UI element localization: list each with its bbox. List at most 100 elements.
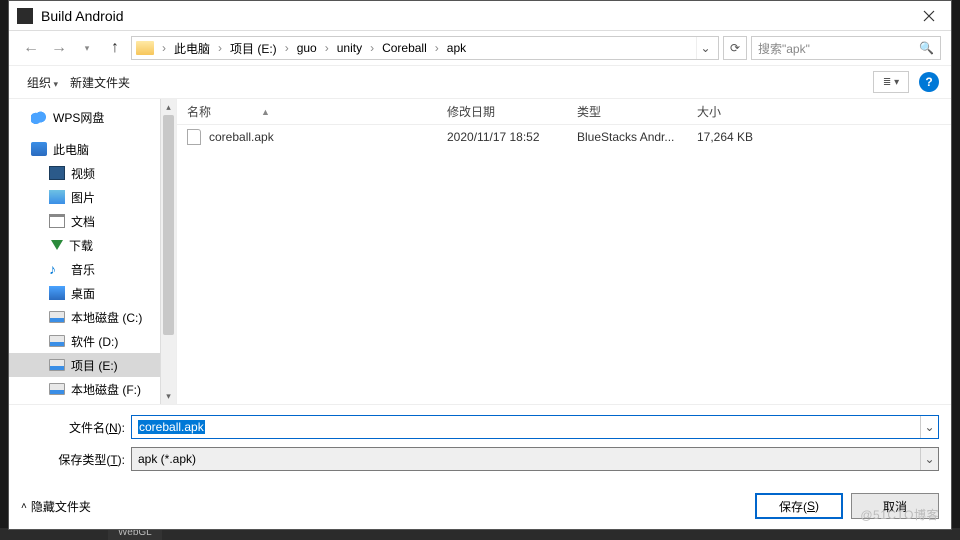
file-pane: 名称▲ 修改日期 类型 大小 coreball.apk 2020/11/17 1… (177, 99, 951, 404)
filename-value: coreball.apk (138, 420, 205, 434)
organize-menu[interactable]: 组织 (21, 70, 64, 95)
file-list[interactable]: coreball.apk 2020/11/17 18:52 BlueStacks… (177, 125, 951, 404)
sort-asc-icon: ▲ (261, 107, 270, 117)
sidebar-item-wps[interactable]: WPS网盘 (9, 105, 176, 129)
sidebar-item-disk-d[interactable]: 软件 (D:) (9, 329, 176, 353)
folder-icon (136, 41, 154, 55)
filename-label: 文件名(N): (21, 419, 131, 436)
sidebar-item-label: WPS网盘 (53, 109, 104, 126)
hide-folders-label: 隐藏文件夹 (31, 498, 91, 515)
sidebar-item-label: 本地磁盘 (C:) (71, 309, 142, 326)
sidebar-item-label: 此电脑 (53, 141, 89, 158)
sidebar-item-desktop[interactable]: 桌面 (9, 281, 176, 305)
forward-button[interactable]: → (47, 36, 71, 60)
view-options-button[interactable]: ≣ ▾ (873, 71, 909, 93)
path-box[interactable]: › 此电脑 › 项目 (E:) › guo › unity › Coreball… (131, 36, 719, 60)
sidebar-item-disk-e[interactable]: 项目 (E:) (9, 353, 176, 377)
refresh-button[interactable]: ⟳ (723, 36, 747, 60)
desktop-icon (49, 286, 65, 300)
sidebar-item-downloads[interactable]: 下载 (9, 233, 176, 257)
search-placeholder: 搜索"apk" (758, 40, 919, 57)
col-header-date[interactable]: 修改日期 (437, 103, 567, 120)
music-icon: ♪ (49, 262, 65, 276)
scrollbar-thumb[interactable] (163, 115, 174, 335)
file-name: coreball.apk (209, 130, 274, 144)
filename-input[interactable]: coreball.apk ⌄ (131, 415, 939, 439)
file-icon (187, 129, 201, 145)
disk-icon (49, 383, 65, 395)
disk-icon (49, 359, 65, 371)
cancel-button[interactable]: 取消 (851, 493, 939, 519)
disk-icon (49, 335, 65, 347)
recent-dd[interactable]: ▾ (75, 36, 99, 60)
chevron-right-icon: › (323, 41, 331, 55)
col-header-name[interactable]: 名称▲ (177, 103, 437, 120)
sidebar-item-label: 本地磁盘 (F:) (71, 381, 141, 398)
video-icon (49, 166, 65, 180)
crumb-unity[interactable]: unity (333, 39, 366, 57)
folder-tree: WPS网盘 此电脑 视频 图片 文档 下载 ♪ 音乐 桌面 本地磁盘 (C:) 软… (9, 99, 176, 401)
path-dropdown[interactable]: ⌄ (696, 37, 714, 59)
hide-folders-toggle[interactable]: ˄ 隐藏文件夹 (21, 498, 91, 515)
file-row[interactable]: coreball.apk 2020/11/17 18:52 BlueStacks… (177, 125, 951, 149)
sidebar-item-disk-f[interactable]: 本地磁盘 (F:) (9, 377, 176, 401)
window-title: Build Android (41, 8, 906, 24)
sidebar-item-label: 文档 (71, 213, 95, 230)
doc-icon (49, 214, 65, 228)
search-input[interactable]: 搜索"apk" 🔍 (751, 36, 941, 60)
search-icon: 🔍 (919, 41, 934, 55)
filename-dropdown[interactable]: ⌄ (920, 416, 938, 438)
savetype-value: apk (*.apk) (138, 452, 196, 466)
back-button[interactable]: ← (19, 36, 43, 60)
new-folder-button[interactable]: 新建文件夹 (64, 70, 136, 95)
sidebar-item-thispc[interactable]: 此电脑 (9, 137, 176, 161)
sidebar-item-videos[interactable]: 视频 (9, 161, 176, 185)
nav-row: ← → ▾ ↑ › 此电脑 › 项目 (E:) › guo › unity › … (9, 31, 951, 65)
sidebar: WPS网盘 此电脑 视频 图片 文档 下载 ♪ 音乐 桌面 本地磁盘 (C:) 软… (9, 99, 177, 404)
chevron-right-icon: › (160, 41, 168, 55)
close-button[interactable] (906, 1, 951, 31)
sidebar-item-music[interactable]: ♪ 音乐 (9, 257, 176, 281)
savetype-dropdown[interactable]: ⌄ (920, 448, 938, 470)
sidebar-item-disk-c[interactable]: 本地磁盘 (C:) (9, 305, 176, 329)
crumb-drive[interactable]: 项目 (E:) (226, 38, 281, 59)
col-header-type[interactable]: 类型 (567, 103, 687, 120)
app-icon (17, 8, 33, 24)
crumb-coreball[interactable]: Coreball (378, 39, 431, 57)
image-icon (49, 190, 65, 204)
col-header-size[interactable]: 大小 (687, 103, 787, 120)
pc-icon (31, 142, 47, 156)
titlebar: Build Android (9, 1, 951, 31)
disk-icon (49, 311, 65, 323)
chevron-right-icon: › (283, 41, 291, 55)
sidebar-scrollbar[interactable]: ▴ ▾ (160, 99, 176, 404)
dialog-body: WPS网盘 此电脑 视频 图片 文档 下载 ♪ 音乐 桌面 本地磁盘 (C:) 软… (9, 99, 951, 404)
sidebar-item-pictures[interactable]: 图片 (9, 185, 176, 209)
up-button[interactable]: ↑ (103, 36, 127, 60)
sidebar-item-documents[interactable]: 文档 (9, 209, 176, 233)
scroll-down-icon[interactable]: ▾ (161, 388, 176, 404)
save-button[interactable]: 保存(S) (755, 493, 843, 519)
sidebar-item-label: 下载 (69, 237, 93, 254)
scroll-up-icon[interactable]: ▴ (161, 99, 176, 115)
chevron-right-icon: › (433, 41, 441, 55)
sidebar-item-label: 桌面 (71, 285, 95, 302)
sidebar-item-label: 音乐 (71, 261, 95, 278)
help-button[interactable]: ? (919, 72, 939, 92)
download-icon (51, 240, 63, 250)
file-size: 17,264 KB (687, 130, 787, 144)
crumb-apk[interactable]: apk (443, 39, 470, 57)
sidebar-item-label: 视频 (71, 165, 95, 182)
sidebar-item-label: 软件 (D:) (71, 333, 118, 350)
sidebar-item-label: 图片 (71, 189, 95, 206)
column-headers: 名称▲ 修改日期 类型 大小 (177, 99, 951, 125)
toolbar: 组织 新建文件夹 ≣ ▾ ? (9, 65, 951, 99)
savetype-select[interactable]: apk (*.apk) ⌄ (131, 447, 939, 471)
savetype-label: 保存类型(T): (21, 451, 131, 468)
crumb-pc[interactable]: 此电脑 (170, 38, 214, 59)
bottom-fields: 文件名(N): coreball.apk ⌄ 保存类型(T): apk (*.a… (9, 404, 951, 487)
chevron-up-icon: ˄ (21, 501, 27, 512)
save-dialog: Build Android ← → ▾ ↑ › 此电脑 › 项目 (E:) › … (8, 0, 952, 530)
sidebar-item-label: 项目 (E:) (71, 357, 118, 374)
crumb-guo[interactable]: guo (293, 39, 321, 57)
